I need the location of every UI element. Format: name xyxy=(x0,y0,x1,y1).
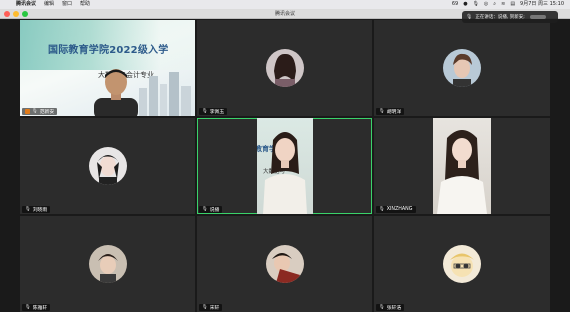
app-status-icon[interactable]: ● xyxy=(463,0,467,9)
control-center-icon[interactable]: ▤ xyxy=(510,0,515,9)
participant-namebar: 🎙 范新安 xyxy=(22,108,58,115)
speaking-indicator: 🎙 正在讲话：说播, 贺新安; xyxy=(462,11,558,23)
participant-avatar xyxy=(265,245,304,283)
video-tile[interactable]: 🎙 张轩浩 xyxy=(374,216,550,312)
mic-active-icon: 🎙 xyxy=(202,207,208,212)
participant-name: 李佩玉 xyxy=(209,110,225,115)
mic-muted-icon: 🎙 xyxy=(379,305,385,310)
window-title: 腾讯会议 xyxy=(274,11,295,17)
participant-camera xyxy=(433,118,491,214)
mic-muted-icon: 🎙 xyxy=(379,207,385,212)
search-icon[interactable]: ⌕ xyxy=(493,0,496,9)
speaking-extra-blur xyxy=(529,15,546,19)
clock[interactable]: 9月7日 周三 15:10 xyxy=(520,0,564,9)
participant-camera: 教育学院 大数据与 xyxy=(257,118,313,214)
mic-status-icon[interactable]: 🎙 xyxy=(473,0,479,9)
participant-namebar: 🎙 胡明洋 xyxy=(376,108,405,115)
speaker-person xyxy=(263,132,307,214)
menu-status-area: 69 ● 🎙 ◎ ⌕ ≋ ▤ 9月7日 周三 15:10 xyxy=(452,0,570,9)
mic-muted-icon: 🎙 xyxy=(32,109,38,114)
participant-name: 刘晓雨 xyxy=(32,208,48,213)
participant-namebar: 🎙 刘晓雨 xyxy=(22,206,51,213)
speaking-label: 正在讲话：说播, 贺新安; xyxy=(475,15,525,20)
skyline-illustration xyxy=(139,72,191,116)
video-tile[interactable]: 🎙 胡明洋 xyxy=(374,20,550,116)
participant-namebar: 🎙 宋轩 xyxy=(199,304,223,311)
zoom-window-button[interactable] xyxy=(22,11,28,17)
participant-name: XINZHANG xyxy=(386,207,413,212)
participant-avatar xyxy=(443,49,481,87)
participant-avatar xyxy=(443,245,481,283)
window-controls xyxy=(4,11,28,17)
wechat-icon[interactable]: ◎ xyxy=(484,0,488,9)
host-camera-person xyxy=(94,69,138,116)
participant-name: 宋轩 xyxy=(209,306,220,311)
participant-name: 陈雅轩 xyxy=(32,306,48,311)
menu-help[interactable]: 帮助 xyxy=(76,0,94,9)
participant-namebar: 🎙 陈雅轩 xyxy=(22,304,51,311)
video-tile[interactable]: 🎙 XINZHANG xyxy=(374,118,550,214)
participant-name: 张轩浩 xyxy=(386,306,402,311)
video-tile[interactable]: 🎙 李佩玉 xyxy=(197,20,372,116)
participant-name: 说播 xyxy=(209,208,220,213)
participant-avatar xyxy=(88,245,127,283)
participant-namebar: 🎙 李佩玉 xyxy=(199,108,228,115)
speaking-mic-icon: 🎙 xyxy=(466,14,473,20)
video-tile-active-speaker[interactable]: 教育学院 大数据与 🎙 说播 xyxy=(197,118,372,214)
presentation-title: 国际教育学院2022级入学 xyxy=(48,45,169,56)
video-tile[interactable]: 🎙 刘晓雨 xyxy=(20,118,195,214)
mic-muted-icon: 🎙 xyxy=(379,109,385,114)
participant-avatar xyxy=(88,147,127,185)
menu-bar: 腾讯会议 编辑 窗口 帮助 69 ● 🎙 ◎ ⌕ ≋ ▤ 9月7日 周三 15:… xyxy=(0,0,570,9)
participant-namebar: 🎙 张轩浩 xyxy=(376,304,405,311)
wifi-icon[interactable]: ≋ xyxy=(501,0,505,9)
video-tile[interactable]: 🎙 陈雅轩 xyxy=(20,216,195,312)
mic-muted-icon: 🎙 xyxy=(25,305,31,310)
menu-edit[interactable]: 编辑 xyxy=(40,0,58,9)
battery-percent[interactable]: 69 xyxy=(452,0,458,9)
participant-person xyxy=(437,130,487,214)
presentation-banner: 国际教育学院2022级入学 大数据与会计专业 xyxy=(20,20,195,116)
menu-window[interactable]: 窗口 xyxy=(58,0,76,9)
participant-avatar xyxy=(265,49,304,87)
mic-muted-icon: 🎙 xyxy=(202,305,208,310)
video-tile[interactable]: 🎙 宋轩 xyxy=(197,216,372,312)
participant-name: 胡明洋 xyxy=(386,110,402,115)
mic-muted-icon: 🎙 xyxy=(202,109,208,114)
host-icon xyxy=(25,109,30,114)
close-window-button[interactable] xyxy=(4,11,10,17)
video-grid: 国际教育学院2022级入学 大数据与会计专业 🎙 范新安 xyxy=(20,20,550,312)
video-tile-presentation[interactable]: 国际教育学院2022级入学 大数据与会计专业 🎙 范新安 xyxy=(20,20,195,116)
participant-namebar: 🎙 XINZHANG xyxy=(376,206,416,213)
participant-namebar: 🎙 说播 xyxy=(199,206,223,213)
minimize-window-button[interactable] xyxy=(13,11,19,17)
menu-app-name[interactable]: 腾讯会议 xyxy=(12,0,40,9)
mic-muted-icon: 🎙 xyxy=(25,207,31,212)
participant-name: 范新安 xyxy=(39,110,55,115)
